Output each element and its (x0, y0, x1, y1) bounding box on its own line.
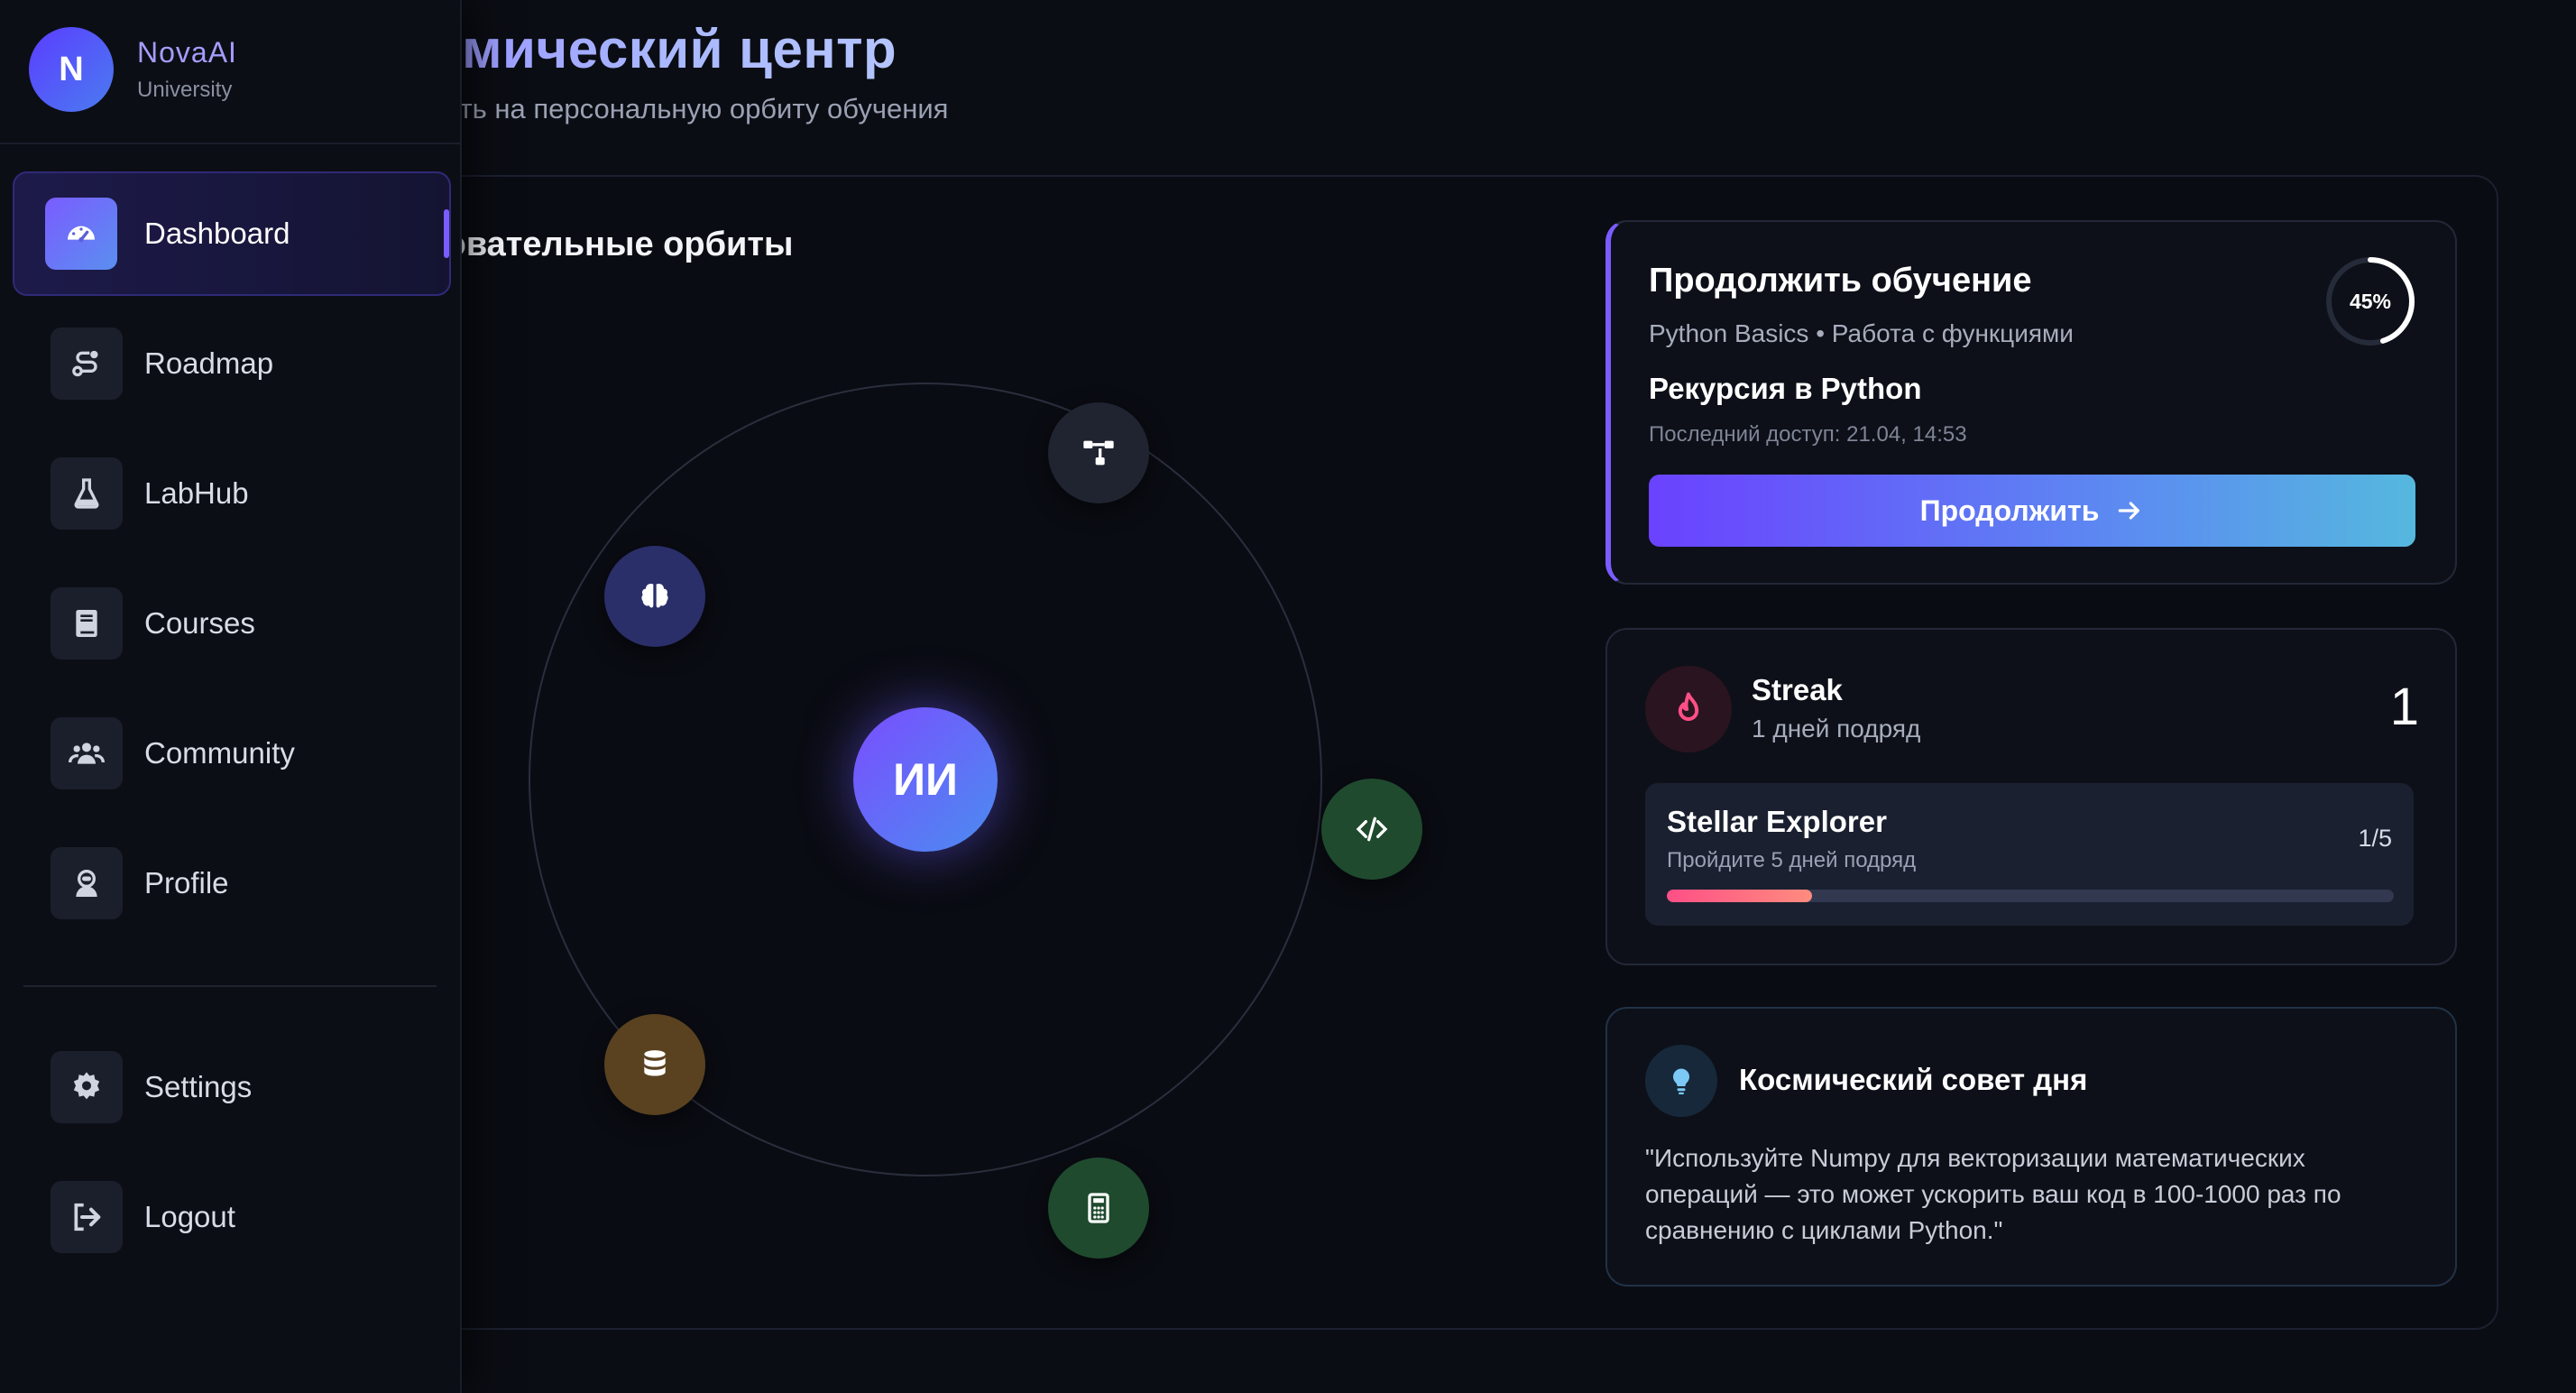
streak-title: Streak (1752, 673, 1843, 706)
route-icon (51, 327, 123, 400)
code-icon (1356, 816, 1388, 842)
brand-subtitle: University (137, 78, 233, 102)
sidebar-item-profile[interactable]: Profile (13, 823, 447, 944)
flame-icon (1645, 666, 1732, 752)
planet-network[interactable] (1048, 402, 1149, 503)
streak-subtitle: 1 дней подряд (1752, 715, 1921, 743)
sidebar-item-roadmap[interactable]: Roadmap (13, 303, 447, 424)
users-icon (51, 717, 123, 789)
sidebar-item-dashboard[interactable]: Dashboard (13, 171, 451, 296)
sidebar-item-label: Dashboard (144, 217, 290, 250)
progress-ring: 45% (2323, 254, 2417, 348)
sidebar-item-label: Community (144, 736, 295, 770)
sidebar-item-community[interactable]: Community (13, 693, 447, 814)
brain-icon (641, 584, 668, 608)
achievement-progress-bar (1667, 890, 2394, 902)
gauge-icon (45, 198, 117, 270)
book-icon (51, 587, 123, 660)
brand-name: NovaAI (137, 36, 237, 69)
logout-icon (51, 1181, 123, 1253)
last-access: Последний доступ: 21.04, 14:53 (1649, 422, 1967, 447)
continue-course: Python Basics • Работа с функциями (1649, 319, 2074, 347)
achievement-count: 1/5 (2358, 825, 2392, 852)
sidebar-item-label: Settings (144, 1070, 253, 1103)
achievement-subtitle: Пройдите 5 дней подряд (1667, 848, 1917, 872)
astronaut-icon (51, 847, 123, 919)
streak-card: Streak 1 дней подряд 1 Stellar Explorer … (1605, 628, 2457, 965)
continue-learning-card: Продолжить обучение Python Basics • Рабо… (1605, 220, 2457, 585)
sidebar: N NovaAI University Dashboard Roadmap La… (0, 0, 462, 1393)
gear-icon (51, 1051, 123, 1123)
lightbulb-icon (1645, 1045, 1717, 1117)
progress-label: 45% (2349, 289, 2392, 313)
continue-button-label: Продолжить (1919, 494, 2100, 527)
divider (0, 143, 460, 144)
sidebar-item-label: LabHub (144, 476, 249, 510)
arrow-right-icon (2119, 502, 2140, 520)
sidebar-item-courses[interactable]: Courses (13, 563, 447, 684)
network-icon (1083, 440, 1114, 466)
streak-count: 1 (2389, 678, 2419, 736)
tip-title: Космический совет дня (1739, 1063, 2088, 1096)
sidebar-item-label: Roadmap (144, 346, 274, 380)
tip-text: "Используйте Numpy для векторизации мате… (1645, 1144, 2341, 1244)
sidebar-item-settings[interactable]: Settings (13, 1027, 447, 1148)
logo-badge[interactable]: N (29, 27, 114, 112)
sidebar-item-label: Logout (144, 1200, 235, 1233)
calculator-icon (1088, 1193, 1109, 1223)
achievement-box: Stellar Explorer Пройдите 5 дней подряд … (1645, 783, 2414, 926)
continue-button[interactable]: Продолжить (1649, 475, 2415, 547)
achievement-progress-fill (1667, 890, 1813, 902)
tip-card: Космический совет дня "Используйте Numpy… (1605, 1007, 2457, 1287)
planet-code[interactable] (1321, 779, 1422, 880)
achievement-title: Stellar Explorer (1667, 805, 1887, 838)
flask-icon (51, 457, 123, 530)
database-icon (644, 1050, 666, 1076)
planet-brain[interactable] (604, 546, 705, 647)
planet-calculator[interactable] (1048, 1158, 1149, 1259)
divider (23, 985, 437, 987)
sidebar-item-label: Courses (144, 606, 255, 640)
sidebar-item-label: Profile (144, 866, 229, 899)
sidebar-item-logout[interactable]: Logout (13, 1157, 447, 1278)
sidebar-item-labhub[interactable]: LabHub (13, 433, 447, 554)
continue-lesson: Рекурсия в Python (1649, 372, 1922, 405)
ai-core[interactable]: ИИ (853, 707, 998, 852)
planet-database[interactable] (604, 1014, 705, 1115)
continue-title: Продолжить обучение (1649, 262, 2032, 300)
